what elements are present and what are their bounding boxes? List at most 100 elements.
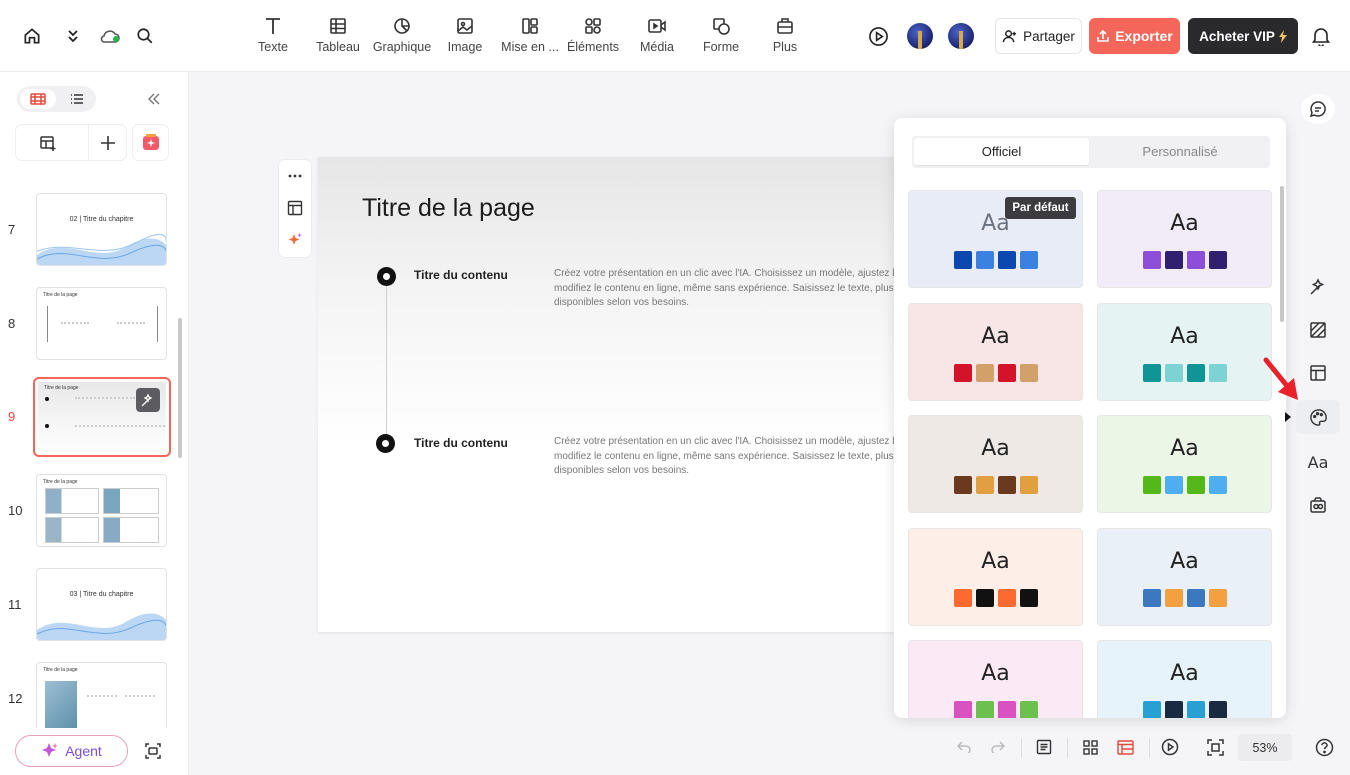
slide-canvas[interactable]: Titre de la page Titre du contenu Créez … [318,157,918,632]
screenshot-icon[interactable] [143,741,163,761]
comment-icon[interactable] [1301,94,1335,124]
tool-more[interactable]: Plus [753,16,817,60]
notes-icon[interactable] [1034,734,1054,760]
layout-template-icon[interactable] [285,198,305,218]
collapse-sidebar-icon[interactable] [145,90,163,108]
tool-chart[interactable]: Graphique [370,16,434,60]
play-slideshow-icon[interactable] [1160,734,1180,760]
tool-elements[interactable]: Éléments [561,16,625,60]
ai-magic-icon[interactable] [136,388,160,412]
layout-icon [522,18,538,34]
search-icon[interactable] [133,24,157,48]
share-button[interactable]: Partager [995,18,1082,54]
zoom-level[interactable]: 53% [1238,734,1292,761]
tool-media[interactable]: Média [625,16,689,60]
ai-slide-icon[interactable] [133,125,168,160]
slide-thumbnail[interactable]: 02 | Titre du chapitre [36,193,167,266]
avatar[interactable] [948,23,974,49]
theme-card[interactable]: Aa [908,302,1083,401]
chart-icon [394,18,410,34]
slide-number: 12 [8,691,23,706]
bell-icon[interactable] [1310,25,1332,47]
export-button[interactable]: Exporter [1089,18,1180,54]
color-swatch [1019,701,1038,718]
content-body[interactable]: Créez votre présentation en un clic avec… [554,435,918,479]
tool-shape[interactable]: Forme [689,16,753,60]
color-swatch [1186,476,1205,494]
normal-view-icon[interactable] [1114,734,1136,760]
color-swatch [953,476,972,494]
undo-icon[interactable] [955,734,973,760]
ai-sparkle-icon[interactable] [285,230,305,250]
color-swatch [1208,476,1227,494]
theme-palette-icon[interactable] [1296,400,1340,434]
new-slide-layout-icon[interactable] [38,133,58,153]
agent-button[interactable]: Agent [15,735,128,767]
help-icon[interactable] [1314,734,1334,760]
fit-screen-icon[interactable] [1205,734,1225,760]
add-slide-icon[interactable] [98,133,118,153]
tool-layout[interactable]: Mise en ... [498,16,562,60]
buy-vip-button[interactable]: Acheter VIP [1188,18,1298,54]
chevron-down-icon[interactable] [61,24,85,48]
play-icon[interactable] [866,24,890,48]
theme-card[interactable]: Aa [1097,640,1272,718]
color-swatch [953,588,972,607]
slide-thumbnail[interactable]: Titre de la page [36,287,167,360]
color-swatch [997,588,1016,607]
color-swatch [1019,476,1038,494]
media-icon [648,19,666,33]
ai-tool-icon[interactable] [1296,270,1340,304]
slide-title[interactable]: Titre de la page [362,194,535,223]
top-toolbar: Texte Tableau Graphique Image Mise en ..… [0,0,1350,72]
theme-card[interactable]: Aa [908,415,1083,513]
content-title[interactable]: Titre du contenu [414,268,508,282]
color-swatch [1142,588,1161,607]
tool-label: Image [447,40,483,54]
theme-card[interactable]: Aa [1097,302,1272,401]
color-swatch [953,363,972,382]
panel-scrollbar[interactable] [1280,186,1284,322]
theme-font-sample: Aa [981,436,1010,461]
red-arrow-annotation [1263,357,1298,400]
font-icon[interactable]: Aa [1296,445,1340,479]
filmstrip-view-icon[interactable] [20,89,56,109]
animation-icon[interactable] [1296,488,1340,522]
cloud-sync-icon[interactable] [98,24,122,48]
tool-image[interactable]: Image [433,16,497,60]
content-title[interactable]: Titre du contenu [414,436,508,450]
redo-icon[interactable] [989,734,1007,760]
color-swatch [975,363,994,382]
list-view-icon[interactable] [61,89,93,109]
theme-card[interactable]: Aa [1097,190,1272,288]
slide-thumbnail-selected[interactable]: Titre de la page [33,377,171,457]
background-icon[interactable] [1296,313,1340,347]
theme-swatches [909,701,1082,718]
slide-number: 11 [8,597,22,612]
tool-table[interactable]: Tableau [306,16,370,60]
theme-card[interactable]: Aa [1097,415,1272,513]
more-icon[interactable] [285,166,305,186]
color-swatch [997,701,1016,718]
color-swatch [953,701,972,718]
color-swatch [1186,251,1205,269]
slide-thumbnail[interactable]: Titre de la page [36,662,167,728]
slide-thumbnail[interactable]: Titre de la page [36,474,167,547]
tool-label: Forme [702,40,740,54]
color-swatch [953,251,972,269]
avatar[interactable] [907,23,933,49]
tab-official[interactable]: Officiel [914,138,1089,165]
home-icon[interactable] [20,24,44,48]
elements-icon [585,18,601,34]
tab-custom[interactable]: Personnalisé [1092,138,1268,165]
theme-card[interactable]: Aa [908,640,1083,718]
theme-card[interactable]: Aa [1097,527,1272,626]
grid-view-icon[interactable] [1080,734,1100,760]
theme-font-sample: Aa [981,661,1010,686]
theme-card[interactable]: Aa [908,527,1083,626]
slide-thumbnail[interactable]: 03 | Titre du chapitre [36,568,167,641]
sidebar-scrollbar[interactable] [178,318,182,458]
theme-font-sample: Aa [1170,661,1199,686]
tool-text[interactable]: Texte [241,16,305,60]
content-body[interactable]: Créez votre présentation en un clic avec… [554,267,918,311]
